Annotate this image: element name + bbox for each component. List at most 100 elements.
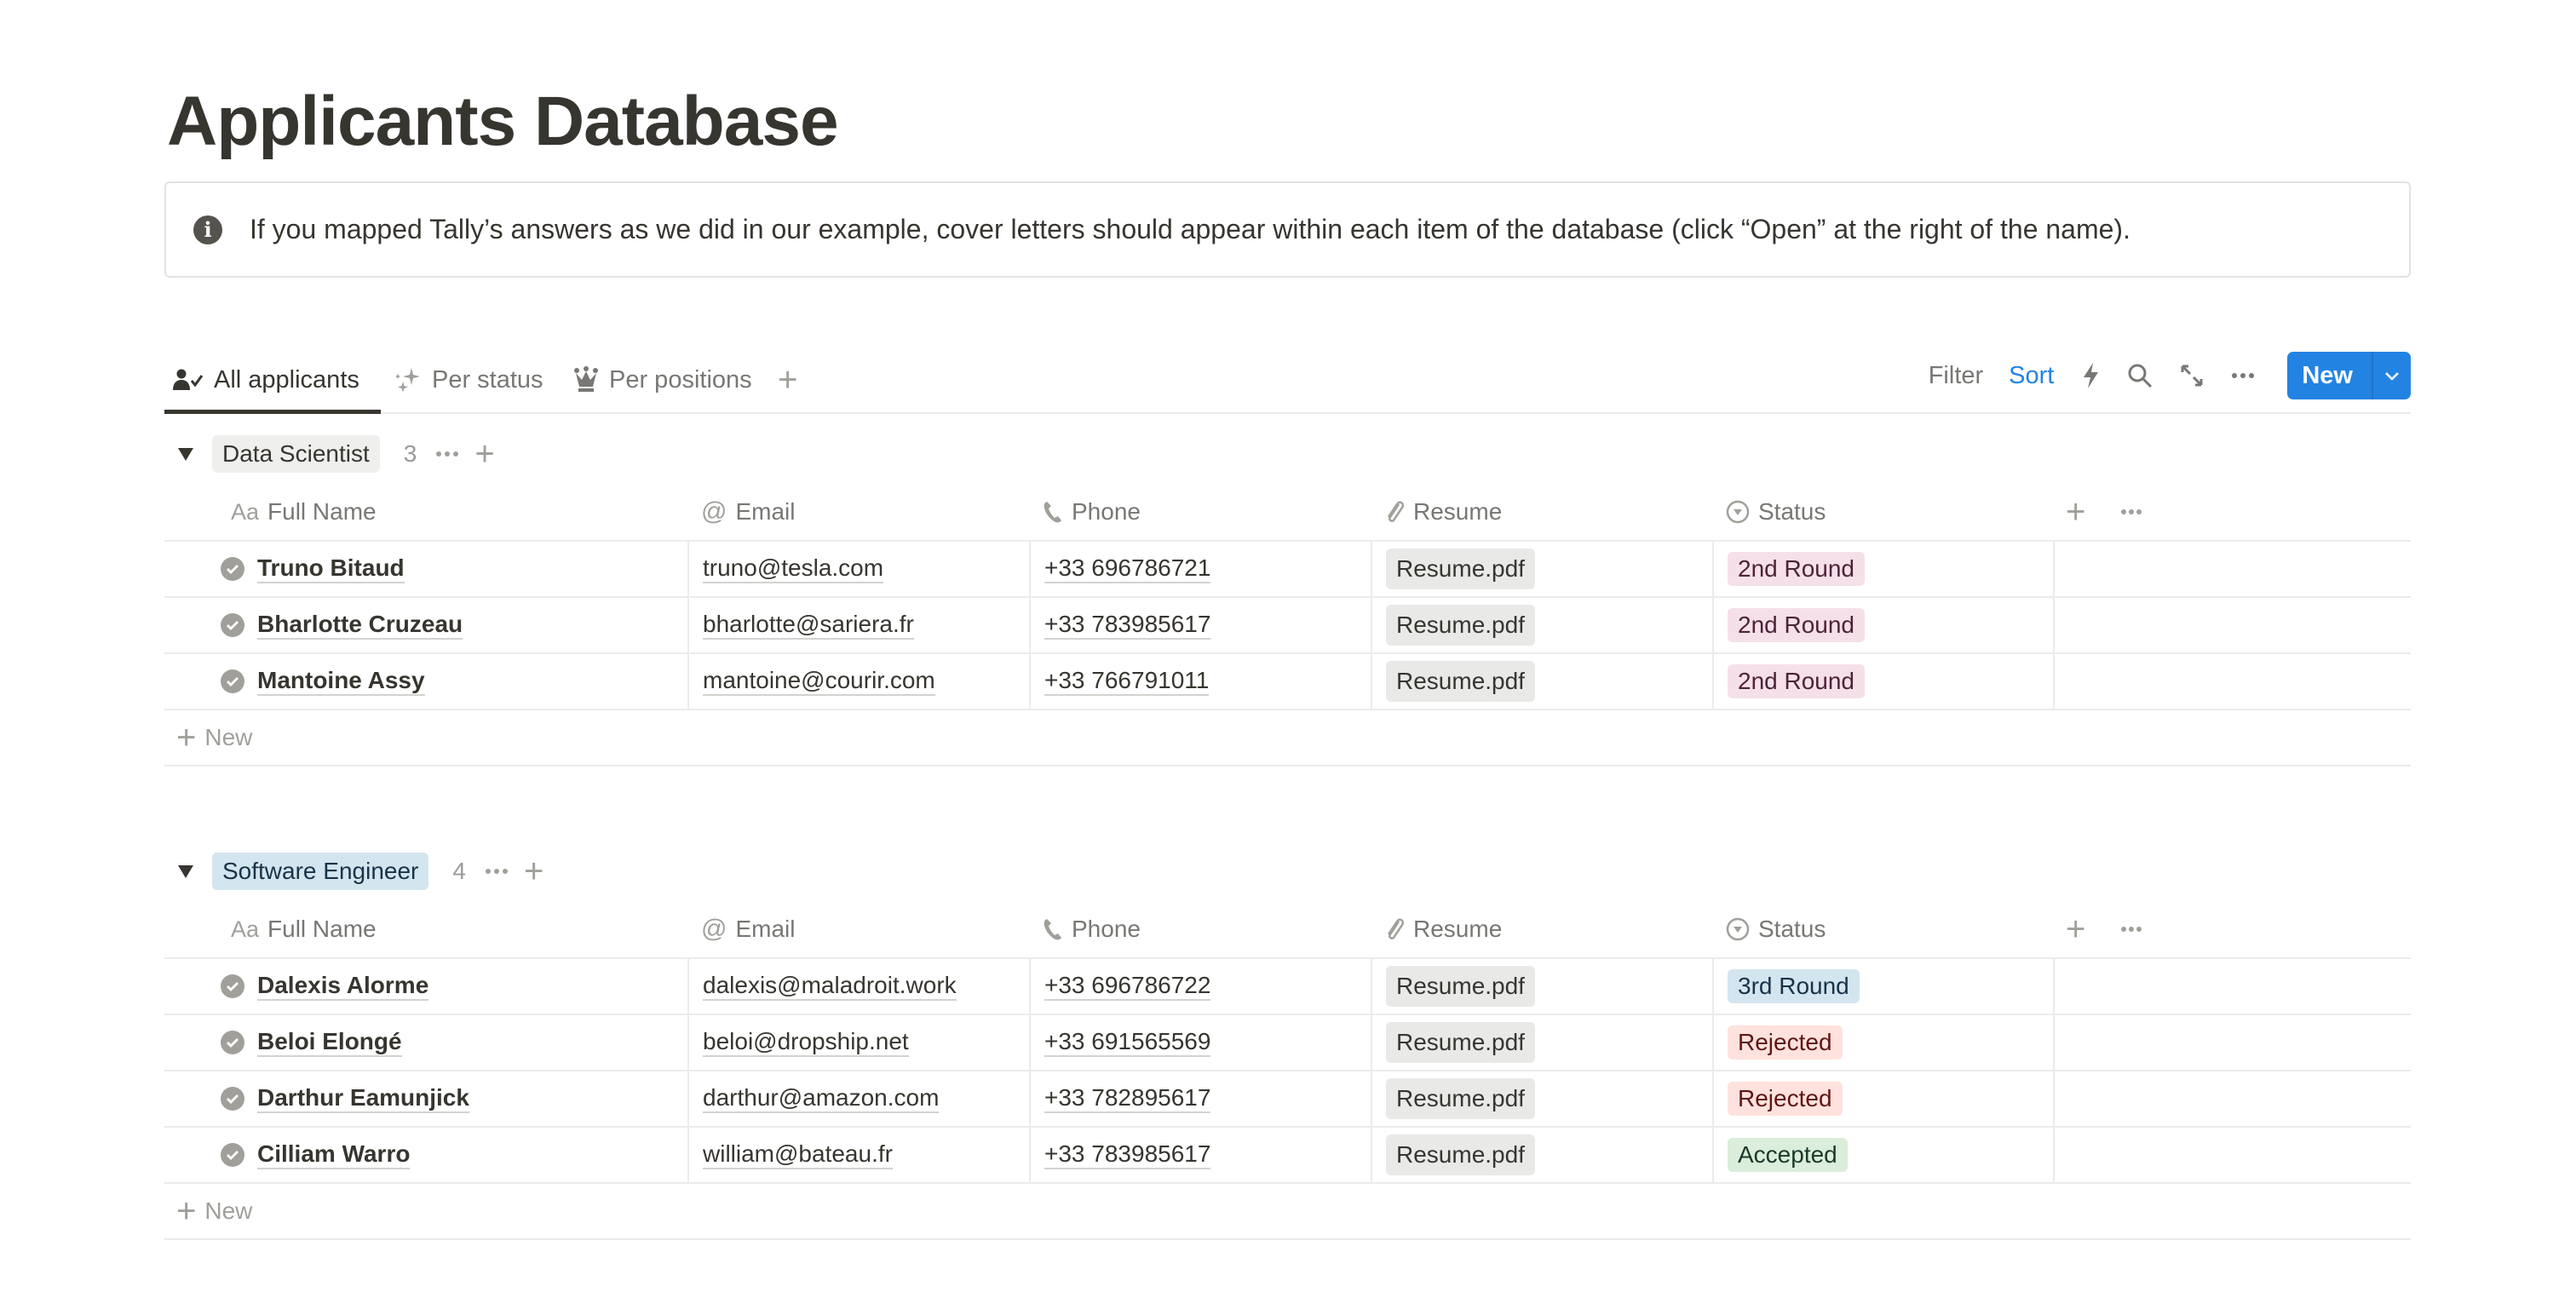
phone-link[interactable]: +33 783985617	[1044, 1140, 1211, 1169]
table-row[interactable]: Dalexis Alorme dalexis@maladroit.work +33 …	[164, 959, 2411, 1015]
person-check-icon	[173, 368, 204, 392]
resume-file-chip[interactable]: Resume.pdf	[1386, 1078, 1535, 1119]
column-more-icon[interactable]	[2120, 901, 2142, 957]
cell-phone: +33 782895617	[1029, 1071, 1371, 1126]
applicant-name-link[interactable]: Darthur Eamunjick	[257, 1084, 469, 1113]
sort-button[interactable]: Sort	[2009, 362, 2054, 390]
cell-empty	[2053, 654, 2411, 709]
search-icon[interactable]	[2127, 363, 2153, 388]
column-header-status[interactable]: Status	[1726, 484, 1826, 540]
add-column-button[interactable]: +	[2066, 901, 2085, 957]
filter-button[interactable]: Filter	[1929, 362, 1983, 390]
phone-link[interactable]: +33 782895617	[1044, 1084, 1211, 1113]
tab-per-positions[interactable]: Per positions	[573, 349, 752, 411]
cell-status: Rejected	[1712, 1015, 2053, 1070]
cell-phone: +33 783985617	[1029, 598, 1371, 652]
applicant-name-link[interactable]: Mantoine Assy	[257, 667, 425, 696]
cell-empty	[2053, 1128, 2411, 1182]
new-record-button[interactable]: New	[2287, 352, 2411, 399]
group-more-icon[interactable]	[435, 451, 459, 457]
chevron-down-icon[interactable]	[2372, 352, 2411, 399]
column-header-email[interactable]: @ Email	[701, 901, 795, 957]
add-new-row-button[interactable]: + New	[164, 710, 2411, 767]
column-header-status[interactable]: Status	[1726, 901, 1826, 957]
expand-icon[interactable]	[2180, 364, 2204, 388]
status-badge: Rejected	[1728, 1025, 1843, 1060]
resume-file-chip[interactable]: Resume.pdf	[1386, 605, 1535, 646]
cell-phone: +33 696786721	[1029, 542, 1371, 596]
column-header-full-name[interactable]: Aa Full Name	[231, 901, 377, 957]
plus-icon: +	[176, 719, 197, 756]
email-link[interactable]: darthur@amazon.com	[703, 1084, 940, 1113]
check-circle-icon	[221, 974, 244, 998]
column-header-phone[interactable]: Phone	[1043, 484, 1141, 540]
collapse-toggle-icon[interactable]	[178, 447, 193, 461]
cell-email: beloi@dropship.net	[687, 1015, 1029, 1070]
phone-link[interactable]: +33 766791011	[1044, 667, 1210, 696]
add-column-button[interactable]: +	[2066, 484, 2085, 540]
phone-link[interactable]: +33 696786722	[1044, 972, 1211, 1001]
group-tag: Software Engineer	[212, 853, 429, 890]
crown-icon	[573, 366, 599, 393]
status-badge: 3rd Round	[1728, 969, 1860, 1003]
phone-link[interactable]: +33 783985617	[1044, 611, 1211, 640]
group-more-icon[interactable]	[485, 868, 509, 875]
applicant-name-link[interactable]: Cilliam Warro	[257, 1140, 411, 1169]
applicant-name-link[interactable]: Truno Bitaud	[257, 554, 405, 583]
phone-link[interactable]: +33 691565569	[1044, 1028, 1211, 1057]
table-row[interactable]: Truno Bitaud truno@tesla.com +33 696786721…	[164, 542, 2411, 598]
add-view-button[interactable]: +	[778, 361, 797, 399]
column-header-full-name[interactable]: Aa Full Name	[231, 484, 377, 540]
table-row[interactable]: Cilliam Warro william@bateau.fr +33 783985…	[164, 1128, 2411, 1184]
column-header-resume[interactable]: Resume	[1384, 484, 1502, 540]
more-options-icon[interactable]	[2231, 372, 2255, 379]
email-link[interactable]: william@bateau.fr	[703, 1140, 893, 1169]
email-link[interactable]: bharlotte@sariera.fr	[703, 611, 914, 640]
database-toolbar: Filter Sort New	[1905, 351, 2411, 400]
cell-full-name: Truno Bitaud	[221, 542, 687, 596]
resume-file-chip[interactable]: Resume.pdf	[1386, 661, 1535, 702]
resume-file-chip[interactable]: Resume.pdf	[1386, 548, 1535, 589]
email-link[interactable]: truno@tesla.com	[703, 554, 884, 583]
cell-full-name: Cilliam Warro	[221, 1128, 687, 1182]
group-header: Data Scientist 3 +	[164, 433, 495, 475]
sparkles-icon	[394, 366, 422, 393]
table-row[interactable]: Beloi Elongé beloi@dropship.net +33 691565…	[164, 1015, 2411, 1071]
applicant-name-link[interactable]: Bharlotte Cruzeau	[257, 611, 463, 640]
email-link[interactable]: mantoine@courir.com	[703, 667, 935, 696]
status-badge: Rejected	[1728, 1082, 1843, 1116]
group-tag: Data Scientist	[212, 435, 380, 473]
resume-file-chip[interactable]: Resume.pdf	[1386, 1022, 1535, 1063]
table-row[interactable]: Bharlotte Cruzeau bharlotte@sariera.fr +33…	[164, 598, 2411, 654]
applicant-name-link[interactable]: Dalexis Alorme	[257, 972, 429, 1001]
cell-empty	[2053, 959, 2411, 1014]
column-more-icon[interactable]	[2120, 484, 2142, 540]
tab-per-status[interactable]: Per status	[394, 349, 543, 411]
table-row[interactable]: Darthur Eamunjick darthur@amazon.com +33 7…	[164, 1071, 2411, 1128]
at-sign-icon: @	[701, 915, 727, 943]
check-circle-icon	[221, 1031, 244, 1054]
email-link[interactable]: beloi@dropship.net	[703, 1028, 909, 1057]
column-header-phone[interactable]: Phone	[1043, 901, 1141, 957]
automation-lightning-icon[interactable]	[2081, 362, 2100, 389]
add-new-row-button[interactable]: + New	[164, 1184, 2411, 1240]
resume-file-chip[interactable]: Resume.pdf	[1386, 966, 1535, 1007]
column-header-email[interactable]: @ Email	[701, 484, 795, 540]
table-row[interactable]: Mantoine Assy mantoine@courir.com +33 7667…	[164, 654, 2411, 710]
collapse-toggle-icon[interactable]	[178, 864, 193, 878]
resume-file-chip[interactable]: Resume.pdf	[1386, 1134, 1535, 1175]
group-add-icon[interactable]: +	[524, 854, 543, 888]
new-button-label[interactable]: New	[2287, 352, 2372, 399]
tab-all-applicants[interactable]: All applicants	[173, 349, 359, 411]
cell-full-name: Dalexis Alorme	[221, 959, 687, 1014]
cell-email: dalexis@maladroit.work	[687, 959, 1029, 1014]
cell-email: darthur@amazon.com	[687, 1071, 1029, 1126]
cell-empty	[2053, 1071, 2411, 1126]
email-link[interactable]: dalexis@maladroit.work	[703, 972, 957, 1001]
applicant-name-link[interactable]: Beloi Elongé	[257, 1028, 402, 1057]
phone-icon	[1043, 500, 1063, 524]
column-header-resume[interactable]: Resume	[1384, 901, 1502, 957]
phone-link[interactable]: +33 696786721	[1044, 554, 1211, 583]
group-count: 3	[403, 440, 417, 467]
group-add-icon[interactable]: +	[474, 437, 494, 471]
